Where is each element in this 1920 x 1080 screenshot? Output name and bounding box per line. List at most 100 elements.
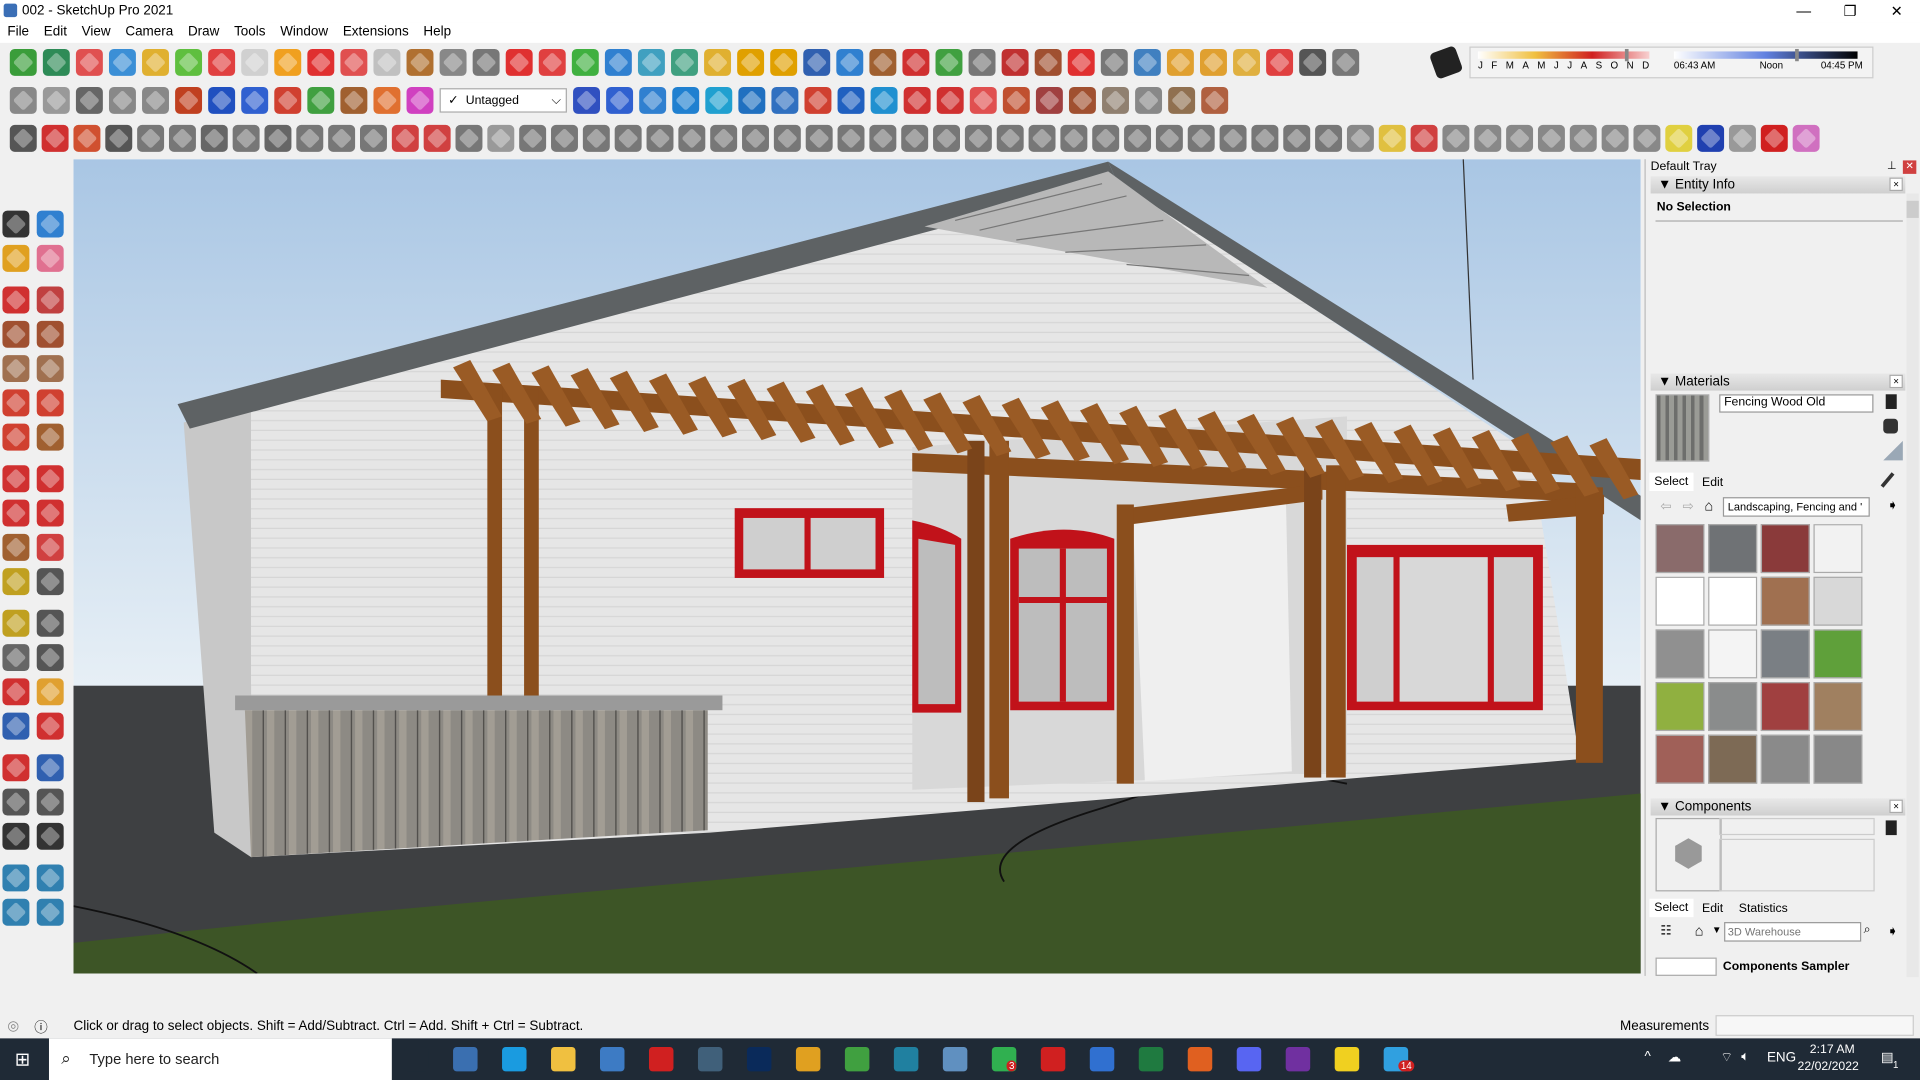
- flag-icon[interactable]: [373, 48, 401, 76]
- menu-edit[interactable]: Edit: [36, 22, 74, 43]
- ellipse-icon[interactable]: [1537, 124, 1565, 152]
- cube2-icon[interactable]: [705, 86, 733, 114]
- right-view-icon[interactable]: [175, 48, 203, 76]
- close-icon[interactable]: ×: [1889, 799, 1903, 814]
- previous-view-icon[interactable]: [36, 754, 64, 782]
- branch3-icon[interactable]: [869, 124, 897, 152]
- opera-icon[interactable]: [1040, 1046, 1066, 1072]
- section-plane-icon[interactable]: [307, 48, 335, 76]
- time-slider[interactable]: [1673, 51, 1858, 59]
- freehand-icon[interactable]: [36, 286, 64, 314]
- material-swatch[interactable]: [1760, 629, 1810, 679]
- joint-icon[interactable]: [1001, 48, 1029, 76]
- sphere4-icon[interactable]: [1283, 124, 1311, 152]
- material-swatch[interactable]: [1760, 682, 1810, 732]
- undo-icon[interactable]: [902, 48, 930, 76]
- axes-icon[interactable]: [2, 644, 30, 672]
- tray-close-icon[interactable]: ✕: [1902, 160, 1917, 174]
- forward-icon[interactable]: ⇨: [1682, 498, 1693, 515]
- push-icon[interactable]: [175, 86, 203, 114]
- clock-date[interactable]: 22/02/2022: [1798, 1060, 1859, 1073]
- hand-icon[interactable]: [969, 86, 997, 114]
- time-slider-thumb[interactable]: [1795, 48, 1799, 62]
- discord-icon[interactable]: [1236, 1046, 1262, 1072]
- updown-icon[interactable]: [771, 86, 799, 114]
- polyline-icon[interactable]: [1697, 124, 1725, 152]
- file-explorer-icon[interactable]: [551, 1046, 576, 1072]
- dimension-icon[interactable]: [36, 644, 64, 672]
- layout-icon[interactable]: [1133, 48, 1161, 76]
- measurements-input[interactable]: [1715, 1015, 1914, 1036]
- components-tab-edit[interactable]: Edit: [1697, 900, 1728, 918]
- notifications-icon[interactable]: ▤: [1881, 1049, 1894, 1066]
- circle-icon[interactable]: [2, 355, 30, 383]
- lines-icon[interactable]: [1060, 124, 1088, 152]
- snipping-icon[interactable]: [697, 1046, 723, 1072]
- mesh2-icon[interactable]: [1315, 124, 1343, 152]
- fan-icon[interactable]: [742, 124, 769, 152]
- loft2-icon[interactable]: [996, 124, 1024, 152]
- material-swatch[interactable]: [1813, 734, 1863, 784]
- shape-icon[interactable]: [1002, 86, 1030, 114]
- loft3-icon[interactable]: [1028, 124, 1056, 152]
- rect-icon[interactable]: [1442, 124, 1470, 152]
- solid-blue-icon[interactable]: [208, 86, 236, 114]
- todo-icon[interactable]: [1089, 1046, 1115, 1072]
- 3d-text-icon[interactable]: [36, 609, 64, 637]
- sample-paint-icon[interactable]: [1883, 440, 1903, 461]
- look-around-icon[interactable]: [36, 788, 64, 816]
- tray-pin-icon[interactable]: ⊥: [1887, 159, 1897, 172]
- mirror-icon[interactable]: [870, 86, 898, 114]
- notes-icon[interactable]: [942, 1046, 968, 1072]
- hammer-icon[interactable]: [1034, 48, 1062, 76]
- chrome-icon[interactable]: [795, 1046, 821, 1072]
- material-swatch[interactable]: [1813, 576, 1863, 626]
- minimize-button[interactable]: —: [1780, 0, 1827, 22]
- component-icon[interactable]: [36, 210, 64, 238]
- walk-icon[interactable]: [2, 822, 30, 850]
- arc2-icon[interactable]: [36, 389, 64, 417]
- getting-started-icon[interactable]: [9, 48, 37, 76]
- sketchup-active-icon[interactable]: [893, 1046, 919, 1072]
- wifi-icon[interactable]: ⌔: [1720, 1049, 1733, 1066]
- spline-icon[interactable]: [41, 124, 69, 152]
- component-name-field[interactable]: [1719, 817, 1875, 836]
- cylinder-icon[interactable]: [614, 124, 642, 152]
- slash-icon[interactable]: [573, 86, 601, 114]
- solid-blue2-icon[interactable]: [241, 86, 269, 114]
- material-swatch[interactable]: [1760, 576, 1810, 626]
- arc-icon[interactable]: [2, 389, 30, 417]
- mesh-icon[interactable]: [1035, 86, 1063, 114]
- stretch-icon[interactable]: [423, 124, 451, 152]
- hatch2-icon[interactable]: [1124, 124, 1152, 152]
- cut-icon[interactable]: [232, 124, 260, 152]
- torus-icon[interactable]: [1633, 124, 1661, 152]
- box-icon[interactable]: [406, 48, 434, 76]
- loop-icon[interactable]: [737, 48, 765, 76]
- sphere-icon[interactable]: [1187, 124, 1215, 152]
- warehouse-share-icon[interactable]: [9, 86, 37, 114]
- component-description-field[interactable]: [1719, 838, 1875, 892]
- home-icon[interactable]: ⌂: [1704, 497, 1713, 514]
- top-view-icon[interactable]: [108, 48, 136, 76]
- arc3-icon[interactable]: [2, 423, 30, 451]
- pyramid-icon[interactable]: [671, 48, 698, 76]
- search-icon[interactable]: ⌕: [1864, 923, 1871, 936]
- stamp-icon[interactable]: [1067, 48, 1095, 76]
- material-swatch[interactable]: [1708, 629, 1758, 679]
- windows-start-icon[interactable]: ⊞: [15, 1048, 30, 1070]
- create-material-icon[interactable]: [1885, 394, 1897, 409]
- chamfer-icon[interactable]: [328, 124, 356, 152]
- material-swatch[interactable]: [1813, 682, 1863, 732]
- tree-icon[interactable]: [935, 48, 963, 76]
- details-icon[interactable]: ➧: [1887, 497, 1898, 513]
- collection-dropdown[interactable]: Landscaping, Fencing and ': [1722, 497, 1870, 517]
- corner-icon[interactable]: [360, 124, 387, 152]
- task-view-icon[interactable]: [404, 1046, 429, 1072]
- fillet-icon[interactable]: [296, 124, 324, 152]
- lasso2-icon[interactable]: [1728, 124, 1756, 152]
- diamond-icon[interactable]: [1346, 124, 1374, 152]
- protractor-icon[interactable]: [2, 609, 30, 637]
- branch-icon[interactable]: [805, 124, 833, 152]
- display-section-icon[interactable]: [340, 48, 368, 76]
